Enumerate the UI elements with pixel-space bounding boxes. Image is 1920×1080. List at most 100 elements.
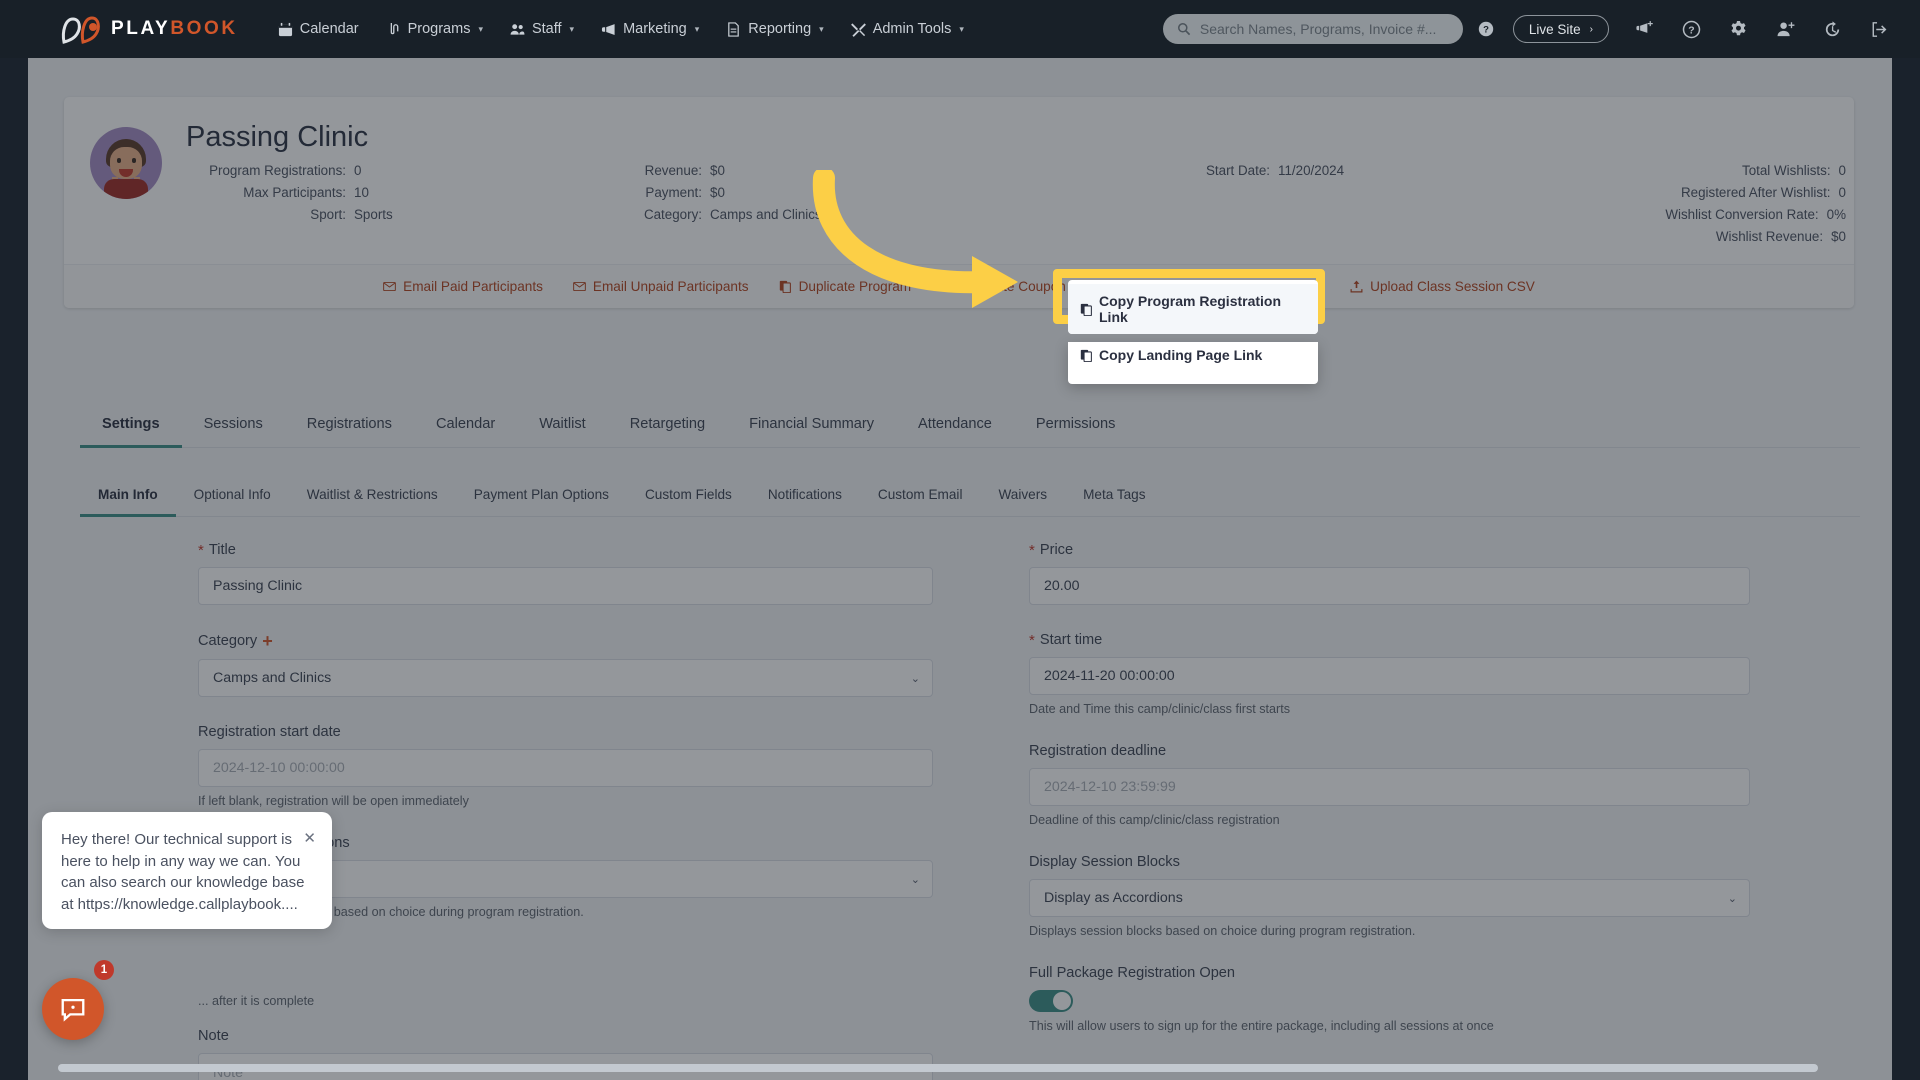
subtab-waitlist-restrictions[interactable]: Waitlist & Restrictions xyxy=(289,478,456,517)
nav-item-calendar[interactable]: Calendar xyxy=(278,21,359,37)
stat-label: Payment: xyxy=(645,185,702,200)
tab-sessions[interactable]: Sessions xyxy=(182,406,285,448)
playbook-logo-text: PLAYBOOK xyxy=(111,18,238,40)
app-root: PLAYBOOK Calendar Programs ▾ Staff ▾ Mar… xyxy=(0,0,1920,1080)
stat-value: 11/20/2024 xyxy=(1278,163,1345,178)
chevron-down-icon: ⌄ xyxy=(910,672,920,685)
logo-book: BOOK xyxy=(170,18,238,39)
tab-waitlist[interactable]: Waitlist xyxy=(517,406,607,448)
registration-deadline-input[interactable]: 2024-12-10 23:59:99 xyxy=(1029,768,1750,806)
tab-attendance[interactable]: Attendance xyxy=(896,406,1014,448)
label-text: Category xyxy=(198,633,258,649)
tab-calendar[interactable]: Calendar xyxy=(414,406,517,448)
navbar-action-icons: ? xyxy=(1627,12,1896,46)
nav-item-reporting[interactable]: Reporting ▾ xyxy=(726,21,824,37)
label-text: Registration deadline xyxy=(1029,743,1167,759)
stat-label: Revenue: xyxy=(644,163,702,178)
horizontal-scrollbar[interactable] xyxy=(58,1064,1818,1072)
toggle-knob xyxy=(1053,992,1071,1010)
full-package-toggle[interactable] xyxy=(1029,990,1073,1012)
subtab-custom-fields[interactable]: Custom Fields xyxy=(627,478,750,517)
search-input[interactable]: Search Names, Programs, Invoice #... xyxy=(1162,14,1463,44)
title-input[interactable]: Passing Clinic xyxy=(198,567,933,605)
label-text: Price xyxy=(1039,542,1074,558)
close-icon[interactable]: ✕ xyxy=(303,828,316,850)
field-label-registration-deadline: Registration deadline xyxy=(1029,743,1750,759)
display-session-blocks-select[interactable]: Display as Accordions ⌄ xyxy=(1029,879,1750,917)
help-circle-icon[interactable]: ? xyxy=(1674,12,1708,46)
upload-icon xyxy=(1350,280,1363,293)
live-site-button[interactable]: Live Site › xyxy=(1512,15,1609,43)
action-label: Email Paid Participants xyxy=(403,279,543,294)
nav-item-admin-tools[interactable]: Admin Tools ▾ xyxy=(850,21,964,37)
label-text: Registration start date xyxy=(198,724,341,740)
stat-value: 0 xyxy=(1838,185,1846,200)
action-label: Email Unpaid Participants xyxy=(592,279,749,294)
nav-label-reporting: Reporting xyxy=(748,21,812,37)
top-navbar: PLAYBOOK Calendar Programs ▾ Staff ▾ Mar… xyxy=(0,0,1920,58)
category-select[interactable]: Camps and Clinics ⌄ xyxy=(198,659,933,697)
dropdown-item-copy-landing-page-link[interactable]: Copy Landing Page Link xyxy=(1068,342,1318,368)
hint-registration-deadline: Deadline of this camp/clinic/class regis… xyxy=(1029,813,1280,827)
announcement-icon[interactable] xyxy=(1627,12,1661,46)
svg-text:?: ? xyxy=(1688,25,1694,36)
tab-settings[interactable]: Settings xyxy=(80,406,182,448)
logo-play: PLAY xyxy=(111,18,171,39)
stat-registered-after-wishlist: Registered After Wishlist: 0 xyxy=(1681,185,1846,200)
stat-total-wishlists: Total Wishlists: 0 xyxy=(1742,163,1846,178)
field-left-partial: ... after it is complete xyxy=(198,946,933,1008)
tab-retargeting[interactable]: Retargeting xyxy=(608,406,727,448)
chat-launcher-button[interactable] xyxy=(42,978,104,1040)
stat-label: Category: xyxy=(643,207,702,222)
start-time-input[interactable]: 2024-11-20 00:00:00 xyxy=(1029,657,1750,695)
field-registration-deadline: Registration deadline 2024-12-10 23:59:9… xyxy=(1029,743,1750,827)
history-icon[interactable] xyxy=(1815,12,1849,46)
stat-label: Total Wishlists: xyxy=(1742,163,1831,178)
field-registration-start-date: Registration start date 2024-12-10 00:00… xyxy=(198,724,933,808)
subtab-meta-tags[interactable]: Meta Tags xyxy=(1065,478,1163,517)
price-input[interactable]: 20.00 xyxy=(1029,567,1750,605)
megaphone-icon xyxy=(601,22,616,37)
subtab-payment-plan-options[interactable]: Payment Plan Options xyxy=(456,478,627,517)
subtab-optional-info[interactable]: Optional Info xyxy=(176,478,289,517)
nav-item-programs[interactable]: Programs ▾ xyxy=(386,21,483,37)
subtab-custom-email[interactable]: Custom Email xyxy=(860,478,981,517)
dropdown-item-label: Copy Landing Page Link xyxy=(1099,347,1263,363)
nav-item-marketing[interactable]: Marketing ▾ xyxy=(601,21,699,37)
field-label-note: Note xyxy=(198,1028,229,1044)
nav-item-staff[interactable]: Staff ▾ xyxy=(510,21,574,37)
hint-start-time: Date and Time this camp/clinic/class fir… xyxy=(1029,702,1291,716)
dropdown-item-copy-program-registration-link[interactable]: Copy Program Registration Link xyxy=(1068,284,1318,334)
add-user-icon[interactable] xyxy=(1768,12,1802,46)
subtab-notifications[interactable]: Notifications xyxy=(750,478,860,517)
playbook-logo[interactable]: PLAYBOOK xyxy=(60,14,238,44)
tab-permissions[interactable]: Permissions xyxy=(1014,406,1137,448)
plus-icon[interactable]: + xyxy=(262,632,273,650)
registration-start-date-input[interactable]: 2024-12-10 00:00:00 xyxy=(198,749,933,787)
chevron-right-icon: › xyxy=(1589,23,1593,35)
subtab-waivers[interactable]: Waivers xyxy=(980,478,1065,517)
gear-icon[interactable] xyxy=(1721,12,1755,46)
email-unpaid-participants-button[interactable]: Email Unpaid Participants xyxy=(573,279,749,294)
required-asterisk: * xyxy=(1029,631,1035,649)
envelope-icon xyxy=(383,281,396,292)
tab-financial-summary[interactable]: Financial Summary xyxy=(727,406,896,448)
calendar-icon xyxy=(278,22,293,37)
dropdown-tail: Copy Landing Page Link xyxy=(1068,342,1318,384)
subtab-main-info[interactable]: Main Info xyxy=(80,478,176,517)
help-question-icon[interactable]: ? xyxy=(1469,12,1503,46)
stat-value: $0 xyxy=(710,185,725,200)
field-price: * Price 20.00 xyxy=(1029,542,1750,605)
stat-wishlist-revenue: Wishlist Revenue: $0 xyxy=(1716,229,1846,244)
tab-registrations[interactable]: Registrations xyxy=(285,406,414,448)
label-text: Full Package Registration Open xyxy=(1029,965,1236,981)
stat-value: 0 xyxy=(354,163,362,178)
logout-icon[interactable] xyxy=(1862,12,1896,46)
field-label-category: Category + xyxy=(198,632,933,650)
nav-label-staff: Staff xyxy=(531,21,562,37)
hint-registration-start-date: If left blank, registration will be open… xyxy=(198,794,469,808)
stat-value: Sports xyxy=(354,207,393,222)
email-paid-participants-button[interactable]: Email Paid Participants xyxy=(383,279,543,294)
hint-display-session-blocks: Displays session blocks based on choice … xyxy=(1029,924,1416,938)
upload-class-session-csv-button[interactable]: Upload Class Session CSV xyxy=(1350,279,1535,294)
